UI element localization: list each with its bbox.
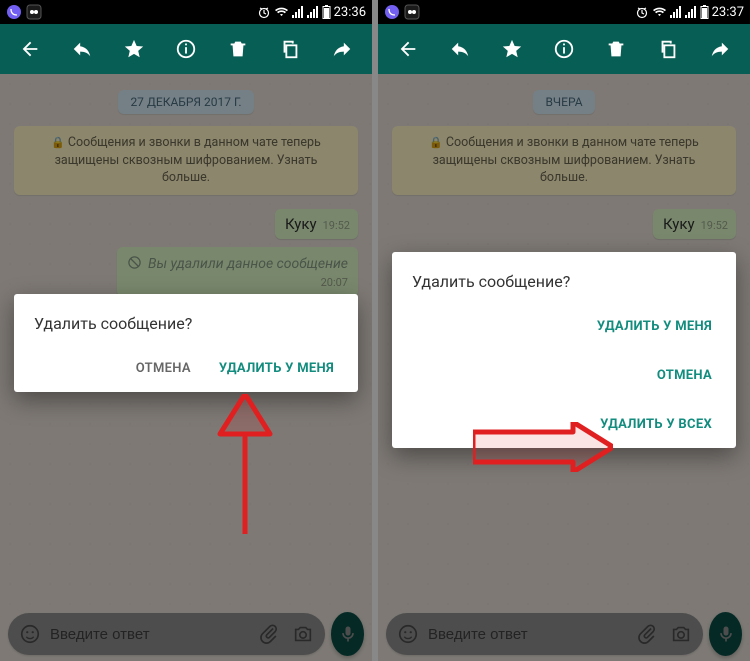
dialog-title: Удалить сообщение?: [34, 314, 338, 333]
delete-for-me-button[interactable]: УДАЛИТЬ У МЕНЯ: [593, 313, 716, 340]
status-bar: 23:36: [0, 0, 372, 24]
delete-for-everyone-button[interactable]: УДАЛИТЬ У ВСЕХ: [596, 411, 716, 438]
info-button[interactable]: [544, 29, 584, 69]
delete-for-me-button[interactable]: УДАЛИТЬ У МЕНЯ: [215, 355, 338, 382]
chat-area: 27 ДЕКАБРЯ 2017 Г. 🔒Сообщения и звонки в…: [0, 74, 372, 661]
selection-toolbar: [0, 24, 372, 74]
chat-area: ВЧЕРА 🔒Сообщения и звонки в данном чате …: [378, 74, 750, 661]
delete-button[interactable]: [218, 29, 258, 69]
status-bar: 23:37: [378, 0, 750, 24]
phone-right: 23:37 ВЧЕРА 🔒Сообщения и звонки в данном…: [378, 0, 750, 661]
status-time: 23:37: [712, 5, 744, 20]
back-button[interactable]: [388, 29, 428, 69]
annotation-arrow: [210, 394, 280, 538]
star-button[interactable]: [492, 29, 532, 69]
delete-dialog: Удалить сообщение? УДАЛИТЬ У МЕНЯ ОТМЕНА…: [392, 252, 736, 448]
viber-icon: [6, 4, 22, 20]
info-button[interactable]: [166, 29, 206, 69]
battery-icon: [322, 5, 331, 19]
alarm-icon: [635, 5, 649, 19]
owl-icon: [404, 4, 420, 20]
wifi-icon: [652, 6, 667, 18]
selection-toolbar: [378, 24, 750, 74]
battery-icon: [700, 5, 709, 19]
delete-dialog: Удалить сообщение? ОТМЕНА УДАЛИТЬ У МЕНЯ: [14, 294, 358, 392]
reply-button[interactable]: [440, 29, 480, 69]
signal-icon: [670, 6, 682, 18]
signal-icon-2: [685, 6, 697, 18]
copy-button[interactable]: [270, 29, 310, 69]
wifi-icon: [274, 6, 289, 18]
signal-icon-2: [307, 6, 319, 18]
cancel-button[interactable]: ОТМЕНА: [653, 362, 716, 389]
viber-icon: [384, 4, 400, 20]
forward-button[interactable]: [322, 29, 362, 69]
signal-icon: [292, 6, 304, 18]
owl-icon: [26, 4, 42, 20]
status-time: 23:36: [334, 5, 366, 20]
dialog-title: Удалить сообщение?: [412, 272, 716, 291]
annotation-arrow: [473, 422, 613, 476]
copy-button[interactable]: [648, 29, 688, 69]
phone-left: 23:36 27 ДЕКАБРЯ 2017 Г. 🔒Сообщения и зв…: [0, 0, 372, 661]
cancel-button[interactable]: ОТМЕНА: [132, 355, 195, 382]
reply-button[interactable]: [62, 29, 102, 69]
alarm-icon: [257, 5, 271, 19]
star-button[interactable]: [114, 29, 154, 69]
delete-button[interactable]: [596, 29, 636, 69]
back-button[interactable]: [10, 29, 50, 69]
forward-button[interactable]: [700, 29, 740, 69]
